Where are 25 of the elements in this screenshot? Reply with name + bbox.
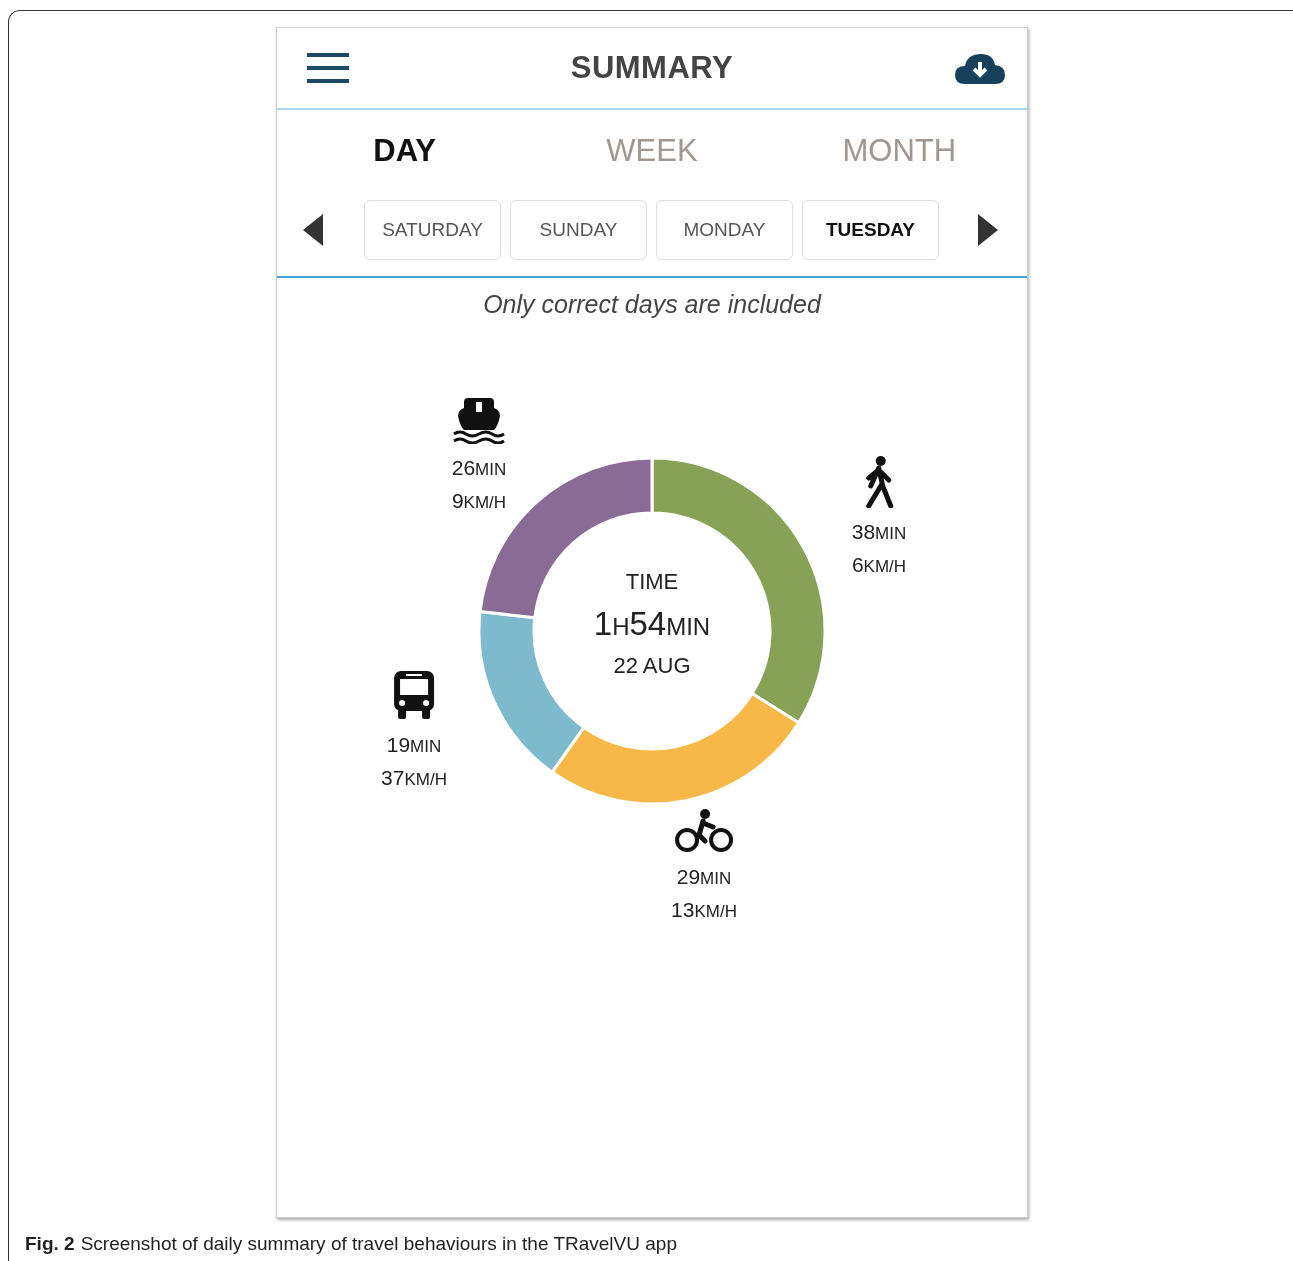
time-label: TIME	[625, 569, 679, 595]
duration-text: 19MIN	[386, 732, 442, 758]
note-text: Only correct days are included	[482, 290, 823, 319]
screen-title: SUMMARY	[570, 50, 734, 86]
duration-text: 38MIN	[851, 519, 907, 545]
day-button[interactable]: SUNDAY	[510, 200, 647, 260]
duration-text: 29MIN	[676, 864, 732, 890]
day-button[interactable]: TUESDAY	[802, 200, 939, 260]
total-time: 1H54MIN	[593, 605, 711, 643]
day-button[interactable]: SATURDAY	[364, 200, 501, 260]
menu-icon[interactable]	[307, 53, 349, 83]
speed-text: 13KM/H	[671, 897, 737, 923]
cloud-download-icon[interactable]	[955, 52, 1005, 84]
day-button[interactable]: MONDAY	[656, 200, 793, 260]
duration-text: 26MIN	[451, 455, 507, 481]
speed-text: 6KM/H	[851, 552, 907, 578]
date-text: 22 AUG	[613, 653, 691, 679]
previous-arrow-icon[interactable]	[303, 214, 325, 246]
period-tab[interactable]: DAY	[294, 133, 515, 169]
bicycle-icon	[675, 809, 733, 853]
bus-icon	[391, 669, 437, 721]
figure-caption: Fig. 2 Screenshot of daily summary of travel behaviours in the TRavelVU app	[25, 1233, 677, 1255]
speed-text: 37KM/H	[381, 765, 447, 791]
speed-text: 9KM/H	[451, 488, 507, 514]
next-arrow-icon[interactable]	[976, 214, 998, 246]
